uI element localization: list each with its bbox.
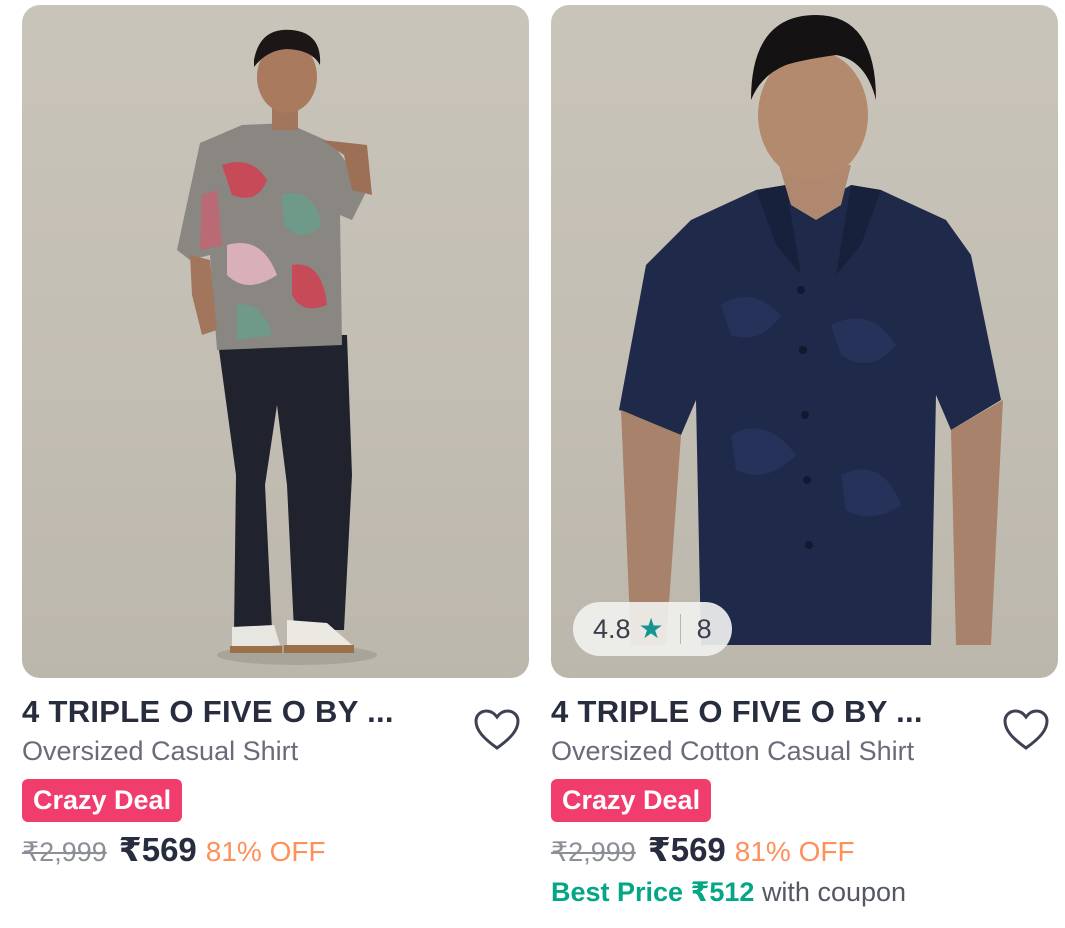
product-info[interactable]: 4 TRIPLE O FIVE O BY ... Oversized Cotto… bbox=[551, 694, 1058, 908]
product-info[interactable]: 4 TRIPLE O FIVE O BY ... Oversized Casua… bbox=[22, 694, 529, 869]
model-photo bbox=[619, 15, 1003, 645]
product-subtitle: Oversized Casual Shirt bbox=[22, 736, 299, 766]
rating-divider bbox=[679, 614, 681, 644]
model-photo bbox=[177, 29, 377, 665]
best-price-line: Best Price ₹512 with coupon bbox=[551, 877, 1058, 908]
star-icon: ★ bbox=[638, 613, 664, 644]
rating-count: 8 bbox=[696, 613, 712, 644]
sale-price: ₹569 bbox=[118, 831, 197, 868]
discount-label: 81% OFF bbox=[734, 836, 855, 867]
rating-pill: 4.8 ★ 8 bbox=[573, 602, 732, 656]
product-brand: 4 TRIPLE O FIVE O BY ... bbox=[22, 694, 394, 729]
rating-value: 4.8 bbox=[593, 613, 631, 644]
price-row: ₹2,999 ₹569 81% OFF bbox=[22, 830, 529, 869]
product-card[interactable]: 4.8 ★ 8 4 TRIPLE O FIVE O BY ... Oversiz… bbox=[551, 5, 1058, 908]
product-grid: 4 TRIPLE O FIVE O BY ... Oversized Casua… bbox=[0, 0, 1065, 928]
best-price-suffix: with coupon bbox=[761, 877, 907, 907]
product-brand: 4 TRIPLE O FIVE O BY ... bbox=[551, 694, 923, 729]
crazy-deal-badge: Crazy Deal bbox=[551, 779, 712, 822]
heart-icon[interactable] bbox=[473, 708, 521, 752]
product-image[interactable] bbox=[22, 5, 529, 678]
product-card[interactable]: 4 TRIPLE O FIVE O BY ... Oversized Casua… bbox=[22, 5, 529, 869]
price-row: ₹2,999 ₹569 81% OFF bbox=[551, 830, 1058, 869]
original-price: ₹2,999 bbox=[551, 837, 636, 867]
sale-price: ₹569 bbox=[647, 831, 726, 868]
crazy-deal-badge: Crazy Deal bbox=[22, 779, 183, 822]
product-subtitle: Oversized Cotton Casual Shirt bbox=[551, 736, 915, 766]
product-image[interactable]: 4.8 ★ 8 bbox=[551, 5, 1058, 678]
heart-icon[interactable] bbox=[1002, 708, 1050, 752]
original-price: ₹2,999 bbox=[22, 837, 107, 867]
best-price-label: Best Price ₹512 bbox=[551, 877, 755, 907]
discount-label: 81% OFF bbox=[205, 836, 326, 867]
